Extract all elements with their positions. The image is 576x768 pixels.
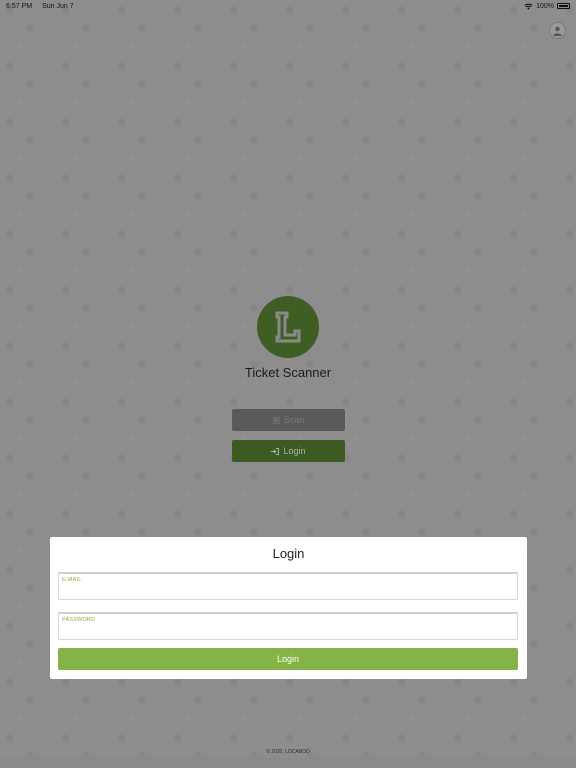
user-button[interactable] bbox=[549, 22, 566, 39]
bottom-bar bbox=[0, 757, 576, 768]
login-submit-button[interactable]: Login bbox=[58, 648, 518, 670]
app-logo bbox=[257, 296, 319, 358]
app-title: Ticket Scanner bbox=[244, 365, 332, 380]
battery-percent: 100% bbox=[536, 2, 554, 10]
sign-in-icon bbox=[271, 447, 280, 455]
scan-button[interactable]: Scan bbox=[232, 409, 345, 431]
user-icon bbox=[553, 26, 562, 36]
status-time: 6:57 PM bbox=[6, 2, 33, 10]
login-label: Login bbox=[283, 446, 306, 456]
app-screen: 6:57 PM Sun Jun 7 100% Ticket Scanner Sc… bbox=[0, 0, 576, 768]
wifi-icon bbox=[524, 3, 533, 10]
modal-title: Login bbox=[272, 546, 305, 561]
status-bar: 6:57 PM Sun Jun 7 100% bbox=[0, 0, 576, 12]
battery-icon bbox=[557, 3, 570, 9]
email-field[interactable] bbox=[62, 583, 514, 597]
login-modal: Login E-MAIL PASSWORD Login bbox=[50, 537, 527, 679]
password-field[interactable] bbox=[62, 623, 514, 637]
password-field-container: PASSWORD bbox=[58, 612, 518, 640]
l-logo-icon bbox=[275, 311, 301, 343]
status-date: Sun Jun 7 bbox=[42, 2, 74, 10]
login-button[interactable]: Login bbox=[232, 440, 345, 462]
qr-icon bbox=[272, 416, 280, 424]
email-field-container: E-MAIL bbox=[58, 572, 518, 600]
footer-copyright: © 2020, LOCABOO bbox=[266, 749, 310, 755]
scan-label: Scan bbox=[283, 415, 305, 425]
